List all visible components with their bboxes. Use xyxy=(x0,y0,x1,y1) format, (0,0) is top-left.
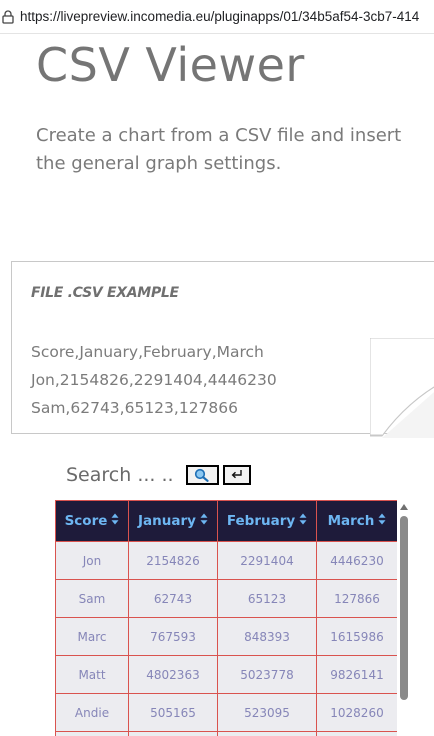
column-header-label: Score xyxy=(64,513,108,529)
browser-address-bar[interactable]: https://livepreview.incomedia.eu/plugina… xyxy=(0,0,434,34)
table-cell: Matt xyxy=(55,655,129,694)
column-header-score[interactable]: Score xyxy=(55,500,129,542)
sort-arrows-icon[interactable] xyxy=(299,513,307,529)
column-header-february[interactable]: February xyxy=(217,500,317,542)
table-cell: 4446230 xyxy=(316,541,397,580)
table-cell: Sam xyxy=(55,579,129,618)
csv-example-box: FILE .CSV EXAMPLE Score,January,February… xyxy=(11,261,434,438)
csv-table-container[interactable]: Score January February March Jon 2154826… xyxy=(55,500,397,736)
scroll-up-arrow-icon[interactable] xyxy=(399,503,409,511)
table-cell: Marc xyxy=(55,617,129,656)
search-button[interactable] xyxy=(185,465,219,485)
table-scrollbar[interactable] xyxy=(398,500,410,736)
return-arrow-icon xyxy=(231,470,242,479)
table-cell: Jon xyxy=(55,541,129,580)
column-header-label: March xyxy=(327,513,375,529)
page-subtitle: Create a chart from a CSV file and inser… xyxy=(36,125,402,174)
table-row: Matt 4802363 5023778 9826141 xyxy=(55,655,397,694)
table-cell: 848393 xyxy=(217,617,317,656)
table-cell: 65123 xyxy=(217,579,317,618)
search-label: Search ... .. xyxy=(66,464,174,486)
table-cell xyxy=(128,731,218,736)
reset-button[interactable] xyxy=(222,465,251,485)
table-cell: 523095 xyxy=(217,693,317,732)
table-cell: 127866 xyxy=(316,579,397,618)
table-row: Andie 505165 523095 1028260 xyxy=(55,693,397,732)
table-row: Jon 2154826 2291404 4446230 xyxy=(55,541,397,580)
table-row: Sam 62743 65123 127866 xyxy=(55,579,397,618)
table-cell: 1028260 xyxy=(316,693,397,732)
column-header-march[interactable]: March xyxy=(316,500,397,542)
example-line: Sam,62743,65123,127866 xyxy=(31,399,239,417)
table-header-row: Score January February March xyxy=(55,500,397,542)
page-title: CSV Viewer xyxy=(36,38,305,92)
magnifier-icon xyxy=(194,468,209,482)
column-header-january[interactable]: January xyxy=(128,500,218,542)
table-cell: 505165 xyxy=(128,693,218,732)
table-cell xyxy=(316,731,397,736)
site-info-icon[interactable] xyxy=(2,9,14,24)
scrollbar-thumb[interactable] xyxy=(400,516,408,700)
example-line: Score,January,February,March xyxy=(31,343,264,361)
table-cell: 2291404 xyxy=(217,541,317,580)
example-line: Jon,2154826,2291404,4446230 xyxy=(31,371,277,389)
table-cell: 1615986 xyxy=(316,617,397,656)
url-text[interactable]: https://livepreview.incomedia.eu/plugina… xyxy=(20,9,419,24)
example-heading: FILE .CSV EXAMPLE xyxy=(31,285,179,301)
example-lines: Score,January,February,March Jon,2154826… xyxy=(31,338,277,422)
table-cell: 62743 xyxy=(128,579,218,618)
table-row xyxy=(55,731,397,736)
table-cell: 9826141 xyxy=(316,655,397,694)
column-header-label: January xyxy=(138,513,196,529)
table-cell: Andie xyxy=(55,693,129,732)
csv-data-table: Score January February March Jon 2154826… xyxy=(55,500,397,736)
page-curl-decoration xyxy=(370,338,434,438)
table-cell xyxy=(217,731,317,736)
search-bar: Search ... .. xyxy=(66,460,255,490)
sort-arrows-icon[interactable] xyxy=(200,513,208,529)
table-row: Marc 767593 848393 1615986 xyxy=(55,617,397,656)
table-cell: 767593 xyxy=(128,617,218,656)
table-cell: 2154826 xyxy=(128,541,218,580)
table-cell xyxy=(55,731,129,736)
sort-arrows-icon[interactable] xyxy=(378,513,386,529)
table-cell: 4802363 xyxy=(128,655,218,694)
sort-arrows-icon[interactable] xyxy=(111,513,119,529)
table-cell: 5023778 xyxy=(217,655,317,694)
column-header-label: February xyxy=(226,513,296,529)
